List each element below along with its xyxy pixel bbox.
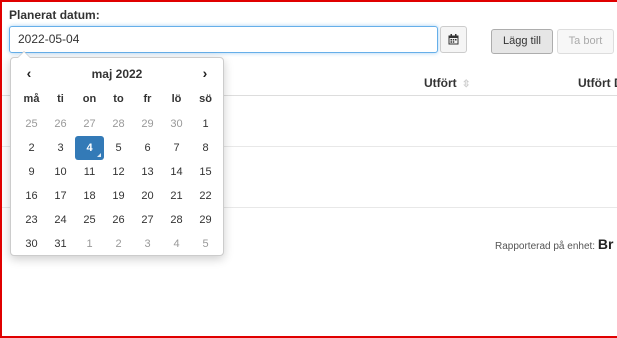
- weekday-label: sö: [199, 93, 212, 105]
- reported-on-unit: Rapporterad på enhet: Br: [495, 236, 613, 252]
- week-row: 23 24 25 26 27 28 29: [17, 208, 220, 232]
- day-cell[interactable]: 24: [46, 208, 75, 232]
- day-cell[interactable]: 27: [75, 112, 104, 136]
- day-cell[interactable]: 28: [104, 112, 133, 136]
- weekday-header-row: må ti on to fr lö sö: [17, 88, 220, 112]
- day-cell[interactable]: 25: [17, 112, 46, 136]
- day-cell[interactable]: 14: [162, 160, 191, 184]
- day-cell[interactable]: 2: [17, 136, 46, 160]
- column-header-utfort-label: Utfört: [424, 76, 457, 90]
- calendar-button[interactable]: [440, 26, 467, 53]
- datepicker-month-title[interactable]: maj 2022: [51, 63, 183, 85]
- weekday-label: lö: [171, 93, 182, 105]
- day-cell[interactable]: 11: [75, 160, 104, 184]
- week-row: 16 17 18 19 20 21 22: [17, 184, 220, 208]
- day-cell[interactable]: 30: [17, 232, 46, 256]
- day-cell[interactable]: 5: [104, 136, 133, 160]
- datepicker-header: ‹ maj 2022 ›: [11, 63, 223, 85]
- next-month-button[interactable]: ›: [191, 63, 219, 85]
- day-cell[interactable]: 3: [46, 136, 75, 160]
- planned-date-value: 2022-05-04: [18, 32, 80, 46]
- day-cell[interactable]: 29: [191, 208, 220, 232]
- day-cell[interactable]: 1: [75, 232, 104, 256]
- weekday-label: to: [113, 93, 124, 105]
- week-row: 9 10 11 12 13 14 15: [17, 160, 220, 184]
- prev-month-button[interactable]: ‹: [15, 63, 43, 85]
- day-cell[interactable]: 20: [133, 184, 162, 208]
- day-cell[interactable]: 25: [75, 208, 104, 232]
- reported-unit-name: Br: [597, 236, 614, 252]
- week-row: 25 26 27 28 29 30 1: [17, 112, 220, 136]
- day-cell[interactable]: 4: [162, 232, 191, 256]
- week-row: 30 31 1 2 3 4 5: [17, 232, 220, 256]
- week-row: 2345678: [17, 136, 220, 160]
- day-cell[interactable]: 3: [133, 232, 162, 256]
- day-cell[interactable]: 17: [46, 184, 75, 208]
- day-cell[interactable]: 8: [191, 136, 220, 160]
- column-header-utfort-datum[interactable]: Utfört D: [578, 76, 617, 90]
- day-cell[interactable]: 29: [133, 112, 162, 136]
- day-cell[interactable]: 16: [17, 184, 46, 208]
- day-cell[interactable]: 2: [104, 232, 133, 256]
- sort-icon: ⇳: [462, 79, 471, 90]
- day-cell[interactable]: 15: [191, 160, 220, 184]
- remove-button[interactable]: Ta bort: [557, 29, 614, 54]
- day-cell[interactable]: 1: [191, 112, 220, 136]
- weekday-label: fr: [143, 93, 152, 105]
- day-cell[interactable]: 7: [162, 136, 191, 160]
- weekday-label: må: [23, 93, 40, 105]
- reported-prefix: Rapporterad på enhet:: [495, 241, 596, 252]
- day-cell[interactable]: 6: [133, 136, 162, 160]
- datepicker-caret-inner: [18, 52, 30, 58]
- day-cell[interactable]: 10: [46, 160, 75, 184]
- day-cell[interactable]: 23: [17, 208, 46, 232]
- day-cell[interactable]: 5: [191, 232, 220, 256]
- day-cell[interactable]: 12: [104, 160, 133, 184]
- day-cell[interactable]: 9: [17, 160, 46, 184]
- day-cell[interactable]: 26: [46, 112, 75, 136]
- datepicker-popup: ‹ maj 2022 › må ti on to fr lö sö 25 26 27 28 29 30 1…: [10, 51, 224, 256]
- weekday-label: on: [82, 93, 97, 105]
- datepicker-grid: må ti on to fr lö sö 25 26 27 28 29 30 1 2 3 4 5 6 7 8 9 10 11 1…: [17, 88, 220, 256]
- day-cell[interactable]: 26: [104, 208, 133, 232]
- day-cell-selected[interactable]: 4: [75, 136, 104, 160]
- day-cell[interactable]: 27: [133, 208, 162, 232]
- day-cell[interactable]: 19: [104, 184, 133, 208]
- day-cell[interactable]: 22: [191, 184, 220, 208]
- day-cell[interactable]: 30: [162, 112, 191, 136]
- day-cell[interactable]: 28: [162, 208, 191, 232]
- day-cell[interactable]: 18: [75, 184, 104, 208]
- planned-date-input[interactable]: 2022-05-04: [9, 26, 438, 53]
- planned-date-label: Planerat datum:: [9, 8, 100, 22]
- day-cell[interactable]: 13: [133, 160, 162, 184]
- calendar-icon: [448, 34, 459, 45]
- day-cell[interactable]: 31: [46, 232, 75, 256]
- column-header-utfort[interactable]: Utfört ⇳: [424, 76, 470, 90]
- weekday-label: ti: [57, 93, 64, 105]
- day-cell[interactable]: 21: [162, 184, 191, 208]
- add-button[interactable]: Lägg till: [491, 29, 553, 54]
